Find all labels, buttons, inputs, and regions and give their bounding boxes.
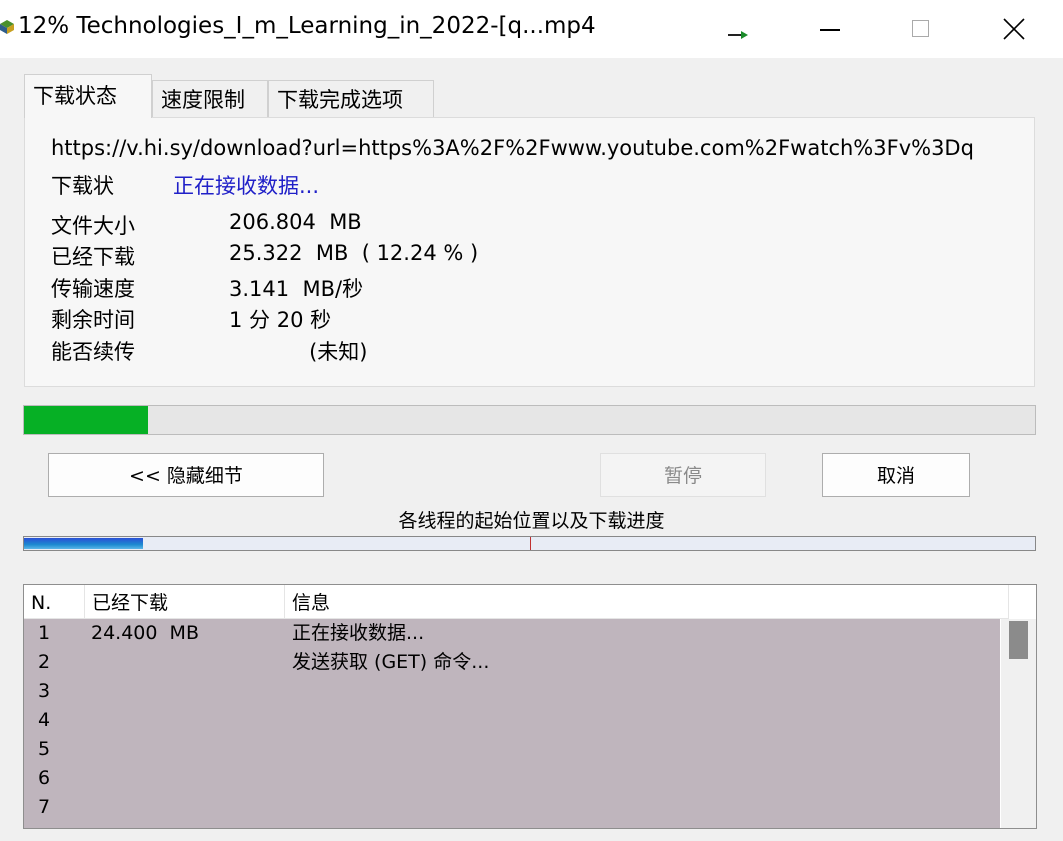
resume-capability-label: 能否续传 xyxy=(51,340,135,364)
downloaded-label: 已经下载 xyxy=(51,245,135,269)
status-panel: https://v.hi.sy/download?url=https%3A%2F… xyxy=(24,117,1035,387)
row-info: 正在接收数据... xyxy=(292,622,425,644)
arrow-icon xyxy=(728,31,748,39)
tab-download-status[interactable]: 下载状态 xyxy=(24,74,152,118)
vertical-scrollbar[interactable] xyxy=(1001,619,1036,828)
row-number: 1 xyxy=(38,622,51,644)
tab-completion-options[interactable]: 下载完成选项 xyxy=(268,80,434,118)
table-row[interactable]: 1 24.400 MB 正在接收数据... xyxy=(24,619,1000,648)
close-button[interactable] xyxy=(990,10,1036,48)
window-title: 12% Technologies_I_m_Learning_in_2022-[q… xyxy=(18,13,596,39)
status-label: 下载状 xyxy=(51,174,114,198)
cancel-button[interactable]: 取消 xyxy=(822,453,970,497)
progress-fill xyxy=(24,406,148,434)
title-bar: 12% Technologies_I_m_Learning_in_2022-[q… xyxy=(0,0,1063,58)
hide-details-button[interactable]: << 隐藏细节 xyxy=(48,453,324,497)
row-number: 4 xyxy=(38,709,51,731)
row-number: 2 xyxy=(38,651,51,673)
table-row[interactable]: 6 xyxy=(24,764,1000,793)
row-number: 6 xyxy=(38,767,51,789)
column-header-info[interactable]: 信息 xyxy=(285,585,1009,618)
close-icon xyxy=(1003,18,1025,40)
file-size-label: 文件大小 xyxy=(51,214,135,238)
status-value: 正在接收数据... xyxy=(173,174,320,198)
file-size-value: 206.804 MB xyxy=(229,210,362,234)
transfer-speed-label: 传输速度 xyxy=(51,277,135,301)
time-left-label: 剩余时间 xyxy=(51,308,135,332)
resume-capability-value: (未知) xyxy=(229,340,368,364)
row-number: 5 xyxy=(38,738,51,760)
table-row[interactable]: 3 xyxy=(24,677,1000,706)
thread-progress-caption: 各线程的起始位置以及下载进度 xyxy=(398,510,665,532)
row-number: 3 xyxy=(38,680,51,702)
table-row[interactable]: 7 xyxy=(24,793,1000,822)
table-header: N. 已经下载 信息 xyxy=(24,585,1009,619)
transfer-speed-value: 3.141 MB/秒 xyxy=(229,277,364,301)
row-info: 发送获取 (GET) 命令... xyxy=(292,651,490,673)
column-header-number[interactable]: N. xyxy=(24,585,85,618)
app-icon xyxy=(0,20,14,34)
tab-speed-limit[interactable]: 速度限制 xyxy=(152,80,268,118)
table-row[interactable]: 5 xyxy=(24,735,1000,764)
maximize-button[interactable] xyxy=(898,10,944,48)
download-progress-bar xyxy=(23,405,1036,435)
table-body: 1 24.400 MB 正在接收数据... 2 发送获取 (GET) 命令...… xyxy=(24,619,1000,828)
scrollbar-thumb[interactable] xyxy=(1009,621,1028,659)
table-row[interactable]: 4 xyxy=(24,706,1000,735)
thread-segment-fill xyxy=(24,538,144,549)
thread-progress-bar xyxy=(23,536,1036,551)
row-number: 7 xyxy=(38,796,51,818)
download-url: https://v.hi.sy/download?url=https%3A%2F… xyxy=(51,136,974,160)
table-row[interactable]: 2 发送获取 (GET) 命令... xyxy=(24,648,1000,677)
downloaded-value: 25.322 MB ( 12.24 % ) xyxy=(229,241,479,265)
thread-start-marker xyxy=(529,537,531,550)
minimize-button[interactable] xyxy=(806,10,852,48)
column-header-downloaded[interactable]: 已经下载 xyxy=(85,585,285,618)
time-left-value: 1 分 20 秒 xyxy=(229,308,332,332)
row-downloaded: 24.400 MB xyxy=(91,622,199,644)
pause-button[interactable]: 暂停 xyxy=(600,453,766,497)
connections-table: N. 已经下载 信息 1 24.400 MB 正在接收数据... 2 发送获取 … xyxy=(23,584,1037,829)
